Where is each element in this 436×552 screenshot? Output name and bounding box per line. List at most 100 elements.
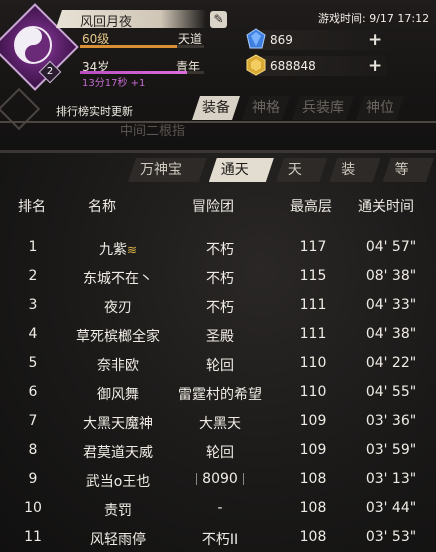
tab-divider — [0, 121, 436, 123]
table-row[interactable]: 11 风轻雨停 不朽II 108 03' 53" — [10, 524, 426, 552]
vip-wave-icon: ≋ — [126, 243, 138, 257]
row-top-floor: 108 — [299, 471, 327, 487]
row-top-floor: 110 — [299, 355, 327, 371]
row-guild: 大黑天 — [162, 413, 278, 433]
menu-diamond-icon[interactable] — [0, 87, 41, 131]
gem-currency: 869 + — [246, 28, 386, 50]
row-clear-time: 03' 44" — [365, 500, 417, 516]
guild-name-text: 不朽II — [201, 532, 239, 548]
tab-tower[interactable]: 通天塔 — [209, 158, 274, 182]
table-row[interactable]: 2 东城不在丶 不朽 115 08' 38" — [10, 263, 426, 292]
row-guild: 不朽II — [162, 529, 278, 549]
top-tab-bar: 装备 神格 兵装库 神位 — [192, 96, 406, 120]
row-top-floor: 117 — [299, 239, 327, 255]
row-rank: 4 — [28, 326, 38, 342]
table-row[interactable]: 3 夜刃 不朽 111 04' 33" — [10, 292, 426, 321]
row-clear-time: 03' 36" — [365, 413, 417, 429]
row-clear-time: 04' 55" — [365, 384, 417, 400]
player-header: 2 风回月夜 ✎ 60级 天道 34岁 青年 13分17秒 +1 游戏时间: 9… — [0, 0, 436, 152]
tab-level-rank[interactable]: 等级 — [383, 158, 434, 182]
tab-armory[interactable]: 兵装库 — [292, 96, 354, 120]
guild-name-text: 圣殿 — [206, 329, 234, 345]
yin-yang-avatar-icon[interactable] — [14, 26, 52, 64]
table-row[interactable]: 9 武当o王也 8090 108 03' 13" — [10, 466, 426, 495]
guild-name-text: 不朽 — [206, 242, 234, 258]
player-name-text: 君莫道天威 — [83, 445, 153, 461]
age-timer: 13分17秒 +1 — [82, 78, 146, 89]
gem-amount: 869 — [270, 33, 293, 47]
row-rank: 3 — [28, 297, 38, 313]
row-rank: 10 — [24, 500, 42, 516]
header-rank: 排名 — [18, 199, 46, 215]
row-rank: 2 — [28, 268, 38, 284]
row-clear-time: 04' 33" — [365, 297, 417, 313]
guild-name-text: 轮回 — [206, 358, 234, 374]
player-name: 风回月夜 — [80, 15, 133, 30]
edit-name-icon[interactable]: ✎ — [210, 11, 227, 28]
row-top-floor: 109 — [299, 413, 327, 429]
row-rank: 11 — [24, 529, 42, 545]
table-row[interactable]: 1 九紫≋ 不朽 117 04' 57" — [10, 234, 426, 263]
player-name-text: 九紫 — [98, 242, 127, 258]
row-clear-time: 08' 38" — [365, 268, 417, 284]
player-name-text: 夜刃 — [104, 300, 132, 316]
table-row[interactable]: 5 奈非欧 轮回 110 04' 22" — [10, 350, 426, 379]
row-clear-time: 03' 13" — [365, 471, 417, 487]
row-rank: 5 — [28, 355, 38, 371]
player-name-text: 风轻雨停 — [90, 532, 146, 548]
row-top-floor: 115 — [299, 268, 327, 284]
table-header: 排名 名称 冒险团 最高层 通关时间 — [0, 196, 436, 218]
row-clear-time: 04' 57" — [365, 239, 417, 255]
row-top-floor: 108 — [299, 500, 327, 516]
level-progress-fill — [80, 45, 177, 48]
row-guild: 8090 — [162, 471, 278, 487]
row-guild: 雷霆村的希望 — [162, 384, 278, 404]
row-top-floor: 108 — [299, 529, 327, 545]
row-guild: 不朽 — [162, 239, 278, 259]
add-gold-button[interactable]: + — [368, 56, 382, 76]
header-name: 名称 — [88, 199, 116, 215]
gold-amount: 688848 — [270, 59, 316, 73]
player-name-text: 责罚 — [104, 503, 132, 519]
row-top-floor: 111 — [299, 297, 327, 313]
row-guild: 轮回 — [162, 442, 278, 462]
row-guild: 圣殿 — [162, 326, 278, 346]
tab-god-rank[interactable]: 神位 — [356, 96, 404, 120]
table-row[interactable]: 10 责罚 - 108 03' 44" — [10, 495, 426, 524]
row-guild: - — [162, 500, 278, 516]
panel-border — [0, 150, 436, 153]
table-row[interactable]: 7 大黑天魔神 大黑天 109 03' 36" — [10, 408, 426, 437]
guild-name-text: 大黑天 — [199, 416, 241, 432]
tab-treasury[interactable]: 万神宝库 — [128, 158, 207, 182]
guild-divider — [242, 473, 244, 485]
gold-coin-icon — [246, 54, 266, 76]
player-name-text: 大黑天魔神 — [83, 416, 153, 432]
blue-gem-icon — [246, 28, 266, 49]
player-name-text: 武当o王也 — [85, 474, 151, 490]
player-name-text: 东城不在丶 — [83, 271, 153, 287]
table-row[interactable]: 4 草死槟榔全家 圣殿 111 04' 38" — [10, 321, 426, 350]
tab-ladder[interactable]: 天梯 — [276, 158, 327, 182]
row-rank: 9 — [28, 471, 38, 487]
row-rank: 6 — [28, 384, 38, 400]
row-guild: 不朽 — [162, 268, 278, 288]
guild-name-text: - — [217, 500, 223, 516]
game-time: 游戏时间: 9/17 17:12 — [318, 12, 430, 25]
ranking-list: 1 九紫≋ 不朽 117 04' 57" 2 东城不在丶 不朽 115 08' 38" 3 夜刃 不朽 1… — [10, 234, 426, 552]
tab-gear-rank[interactable]: 装备 — [329, 158, 380, 182]
row-guild: 轮回 — [162, 355, 278, 375]
ranking-tab-bar: 万神宝库 通天塔 天梯 装备 等级 — [128, 158, 436, 182]
gold-currency: 688848 + — [246, 54, 386, 76]
header-top-floor: 最高层 — [290, 199, 332, 215]
table-row[interactable]: 6 御风舞 雷霆村的希望 110 04' 55" — [10, 379, 426, 408]
tab-divinity[interactable]: 神格 — [242, 96, 290, 120]
row-rank: 1 — [28, 239, 38, 255]
level-progress-bar — [80, 45, 204, 48]
guild-name-text: 雷霆村的希望 — [178, 387, 262, 403]
row-clear-time: 03' 59" — [365, 442, 417, 458]
add-gems-button[interactable]: + — [368, 30, 382, 50]
row-rank: 7 — [28, 413, 38, 429]
row-guild: 不朽 — [162, 297, 278, 317]
table-row[interactable]: 8 君莫道天威 轮回 109 03' 59" — [10, 437, 426, 466]
tab-equipment[interactable]: 装备 — [192, 96, 240, 120]
